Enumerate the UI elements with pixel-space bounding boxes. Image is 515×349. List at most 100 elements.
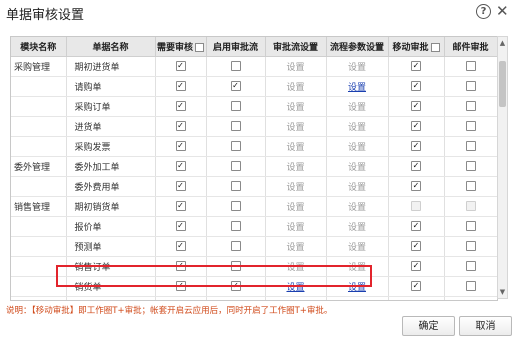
table-cell: ✓ [388, 276, 445, 297]
param-setting-link: 设置 [347, 103, 366, 113]
table-cell: ✓ [388, 296, 445, 300]
mobile-approval-checkbox[interactable]: ✓ [411, 221, 421, 232]
vertical-scrollbar[interactable]: ▲ ▼ [497, 36, 508, 299]
email-approval-checkbox[interactable] [465, 181, 476, 192]
approval-flow-checkbox[interactable] [230, 241, 241, 252]
param-setting-link: 设置 [347, 223, 366, 233]
table-cell [11, 296, 67, 300]
table-cell [444, 236, 497, 257]
scroll-thumb[interactable] [499, 61, 506, 107]
table-cell: 销售发票 [66, 296, 156, 300]
email-approval-checkbox[interactable] [465, 241, 476, 252]
table-cell: 设置 [265, 296, 327, 300]
need-audit-checkbox[interactable]: ✓ [175, 181, 186, 192]
table-cell: ✓ [388, 256, 445, 277]
table-cell: 设置 [326, 236, 389, 257]
cancel-button[interactable]: 取消 [459, 316, 512, 336]
email-approval-checkbox[interactable] [465, 81, 476, 92]
approval-flow-checkbox[interactable] [230, 121, 241, 132]
email-approval-checkbox[interactable] [465, 261, 476, 272]
table-cell [206, 56, 266, 77]
table-cell: ✓ [155, 156, 207, 177]
mobile-approval-checkbox[interactable]: ✓ [411, 101, 421, 112]
email-approval-checkbox [465, 201, 476, 212]
approval-flow-checkbox[interactable] [230, 101, 241, 112]
param-setting-link: 设置 [347, 203, 366, 213]
scroll-down-arrow-icon[interactable]: ▼ [498, 287, 507, 297]
title-bar: 单据审核设置 ? ✕ [0, 0, 515, 26]
need-audit-checkbox[interactable]: ✓ [175, 61, 186, 72]
table-cell: 设置 [326, 196, 389, 217]
approval-flow-checkbox[interactable] [230, 141, 241, 152]
email-approval-checkbox[interactable] [465, 121, 476, 132]
note-text: 说明：【移动审批】即工作圈T+审批；帐套开启云应用后，同时开启了工作圈T+审批。 [6, 306, 333, 316]
table-cell: ✓ [155, 56, 207, 77]
mobile-approval-checkbox[interactable]: ✓ [411, 61, 421, 72]
email-approval-checkbox[interactable] [465, 281, 476, 292]
param-setting-link[interactable]: 设置 [348, 83, 366, 93]
param-setting-link: 设置 [347, 163, 366, 173]
help-icon[interactable]: ? [476, 4, 491, 19]
approval-flow-checkbox[interactable]: ✓ [230, 81, 241, 92]
mobile-approval-checkbox[interactable]: ✓ [411, 81, 421, 92]
need-audit-checkbox[interactable]: ✓ [175, 81, 186, 92]
email-approval-checkbox[interactable] [465, 141, 476, 152]
mobile-approval-checkbox[interactable]: ✓ [411, 121, 421, 132]
table-cell [206, 156, 266, 177]
mobile-approval-checkbox[interactable]: ✓ [411, 261, 421, 272]
param-setting-link: 设置 [347, 183, 366, 193]
mobile-approval-checkbox[interactable]: ✓ [411, 161, 421, 172]
table-cell: ✓ [388, 136, 445, 157]
email-approval-checkbox[interactable] [465, 161, 476, 172]
approval-flow-checkbox[interactable] [230, 181, 241, 192]
need-audit-checkbox[interactable]: ✓ [175, 101, 186, 112]
ok-button[interactable]: 确定 [402, 316, 455, 336]
need-audit-all-checkbox[interactable] [195, 43, 204, 52]
table-cell [444, 96, 497, 117]
table-cell [444, 56, 497, 77]
mobile-all-checkbox[interactable] [430, 43, 440, 52]
table-cell: 期初进货单 [66, 56, 156, 77]
mobile-approval-checkbox[interactable]: ✓ [411, 241, 421, 252]
module-name: 委外管理 [14, 163, 51, 173]
col-header-mobile: 移动审批 [388, 37, 445, 57]
scroll-up-arrow-icon[interactable]: ▲ [498, 38, 507, 48]
need-audit-checkbox[interactable]: ✓ [175, 141, 186, 152]
approval-flow-checkbox[interactable] [230, 161, 241, 172]
flow-setting-link: 设置 [286, 143, 305, 153]
table-cell [11, 216, 67, 237]
mobile-approval-checkbox[interactable]: ✓ [411, 281, 421, 292]
email-approval-checkbox[interactable] [465, 61, 476, 72]
email-approval-checkbox[interactable] [465, 221, 476, 232]
table-cell: 设置 [265, 136, 327, 157]
table-cell [444, 296, 497, 300]
need-audit-checkbox[interactable]: ✓ [175, 201, 186, 212]
need-audit-checkbox[interactable]: ✓ [175, 121, 186, 132]
table-cell [11, 96, 67, 117]
mobile-approval-checkbox[interactable]: ✓ [411, 141, 421, 152]
approval-flow-checkbox[interactable] [230, 61, 241, 72]
need-audit-checkbox[interactable]: ✓ [175, 241, 186, 252]
table-cell: ✓ [388, 116, 445, 137]
table-cell [444, 156, 497, 177]
table-cell [11, 76, 67, 97]
close-icon[interactable]: ✕ [496, 2, 509, 20]
need-audit-checkbox[interactable]: ✓ [175, 221, 186, 232]
col-header-need-audit: 需要审核 [155, 37, 207, 57]
table-cell: 设置 [326, 96, 389, 117]
approval-flow-checkbox[interactable] [230, 221, 241, 232]
table-cell: 采购订单 [66, 96, 156, 117]
doc-name: 委外费用单 [74, 183, 120, 193]
flow-setting-link: 设置 [286, 103, 305, 113]
approval-flow-checkbox[interactable] [230, 201, 241, 212]
table-row: 销售管理 期初销货单 ✓ 设置 设置 [11, 196, 497, 217]
email-approval-checkbox[interactable] [465, 101, 476, 112]
table-cell [206, 216, 266, 237]
col-header-doc: 单据名称 [66, 37, 156, 57]
table-cell [11, 136, 67, 157]
table-row: 请购单 ✓ ✓ 设置 设置 ✓ [11, 76, 497, 97]
mobile-approval-checkbox[interactable]: ✓ [411, 181, 421, 192]
table-cell: ✓ [155, 216, 207, 237]
need-audit-checkbox[interactable]: ✓ [175, 161, 186, 172]
table-cell: 设置 [326, 296, 389, 300]
